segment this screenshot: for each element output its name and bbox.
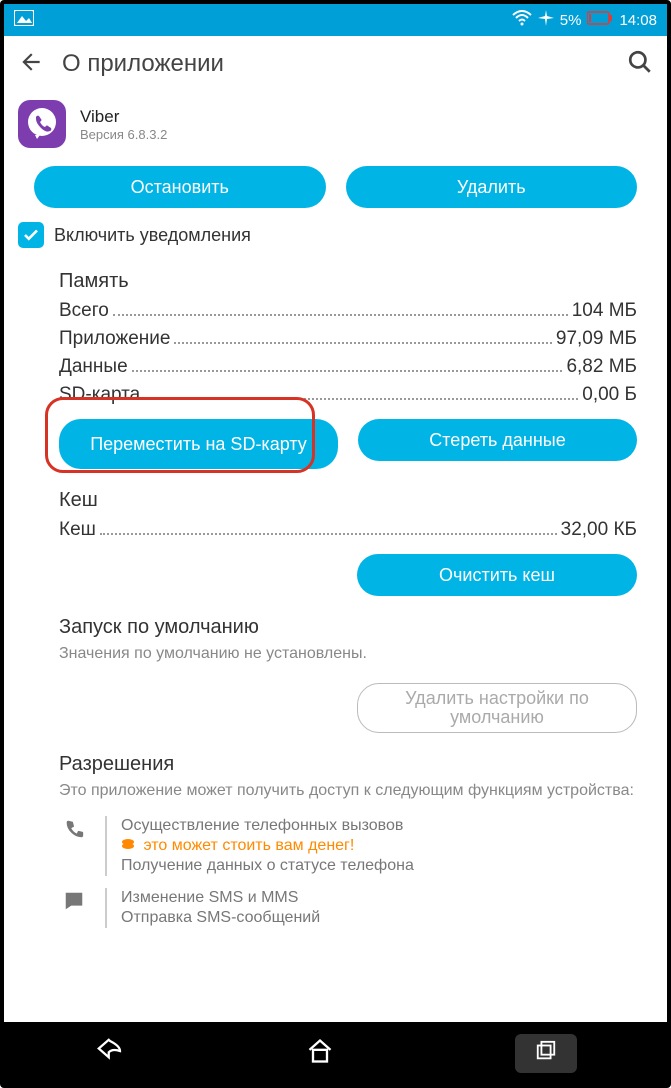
data-label: Данные bbox=[59, 356, 128, 378]
nav-home-icon[interactable] bbox=[306, 1037, 334, 1070]
memory-section: Память Всего 104 МБ Приложение 97,09 МБ Да… bbox=[4, 256, 667, 475]
app-bar: О приложении bbox=[4, 36, 667, 92]
app-version: Версия 6.8.3.2 bbox=[80, 127, 167, 142]
nav-recent-icon[interactable] bbox=[515, 1034, 577, 1073]
perm-sms-line2: Отправка SMS-сообщений bbox=[121, 908, 637, 928]
memory-title: Память bbox=[59, 260, 637, 297]
app-value: 97,09 МБ bbox=[556, 328, 637, 350]
defaults-section: Запуск по умолчанию Значения по умолчани… bbox=[4, 602, 667, 739]
app-label: Приложение bbox=[59, 328, 170, 350]
app-name: Viber bbox=[80, 107, 167, 127]
airplane-icon bbox=[538, 10, 554, 30]
app-icon bbox=[18, 100, 66, 148]
battery-percent: 5% bbox=[560, 12, 582, 29]
app-header: Viber Версия 6.8.3.2 bbox=[4, 92, 667, 162]
perm-sms-line1: Изменение SMS и MMS bbox=[121, 888, 637, 908]
uninstall-button[interactable]: Удалить bbox=[346, 166, 638, 208]
wifi-icon bbox=[512, 10, 532, 30]
phone-icon bbox=[59, 816, 89, 876]
checkmark-icon bbox=[18, 222, 44, 248]
search-icon[interactable] bbox=[627, 49, 653, 80]
clear-data-button[interactable]: Стереть данные bbox=[358, 419, 637, 461]
perm-phone-line2: Получение данных о статусе телефона bbox=[121, 856, 637, 876]
stop-button[interactable]: Остановить bbox=[34, 166, 326, 208]
sd-label: SD-карта bbox=[59, 384, 140, 406]
notification-label: Включить уведомления bbox=[54, 225, 251, 246]
nav-back-icon[interactable] bbox=[95, 1036, 125, 1071]
defaults-title: Запуск по умолчанию bbox=[59, 606, 637, 643]
perm-phone-warn: это может стоить вам денег! bbox=[121, 836, 637, 856]
perm-phone: Осуществление телефонных вызовов это мож… bbox=[59, 810, 637, 882]
back-icon[interactable] bbox=[18, 49, 44, 80]
perm-phone-line1: Осуществление телефонных вызовов bbox=[121, 816, 637, 836]
cache-section: Кеш Кеш 32,00 КБ Очистить кеш bbox=[4, 475, 667, 602]
nav-bar bbox=[4, 1022, 667, 1084]
perm-sms: Изменение SMS и MMS Отправка SMS-сообщен… bbox=[59, 882, 637, 934]
cache-title: Кеш bbox=[59, 479, 637, 516]
coins-icon bbox=[121, 837, 135, 855]
move-to-sd-button[interactable]: Переместить на SD-карту bbox=[59, 419, 338, 469]
photo-icon bbox=[14, 10, 34, 30]
permissions-title: Разрешения bbox=[59, 743, 637, 780]
sd-value: 0,00 Б bbox=[582, 384, 637, 406]
notification-checkbox[interactable]: Включить уведомления bbox=[4, 218, 667, 256]
cache-label: Кеш bbox=[59, 519, 96, 541]
permissions-sub: Это приложение может получить доступ к с… bbox=[59, 780, 637, 810]
defaults-sub: Значения по умолчанию не установлены. bbox=[59, 643, 637, 673]
clock-text: 14:08 bbox=[619, 12, 657, 29]
page-title: О приложении bbox=[62, 50, 609, 78]
total-label: Всего bbox=[59, 300, 109, 322]
clear-defaults-button: Удалить настройки по умолчанию bbox=[357, 683, 637, 733]
battery-icon bbox=[587, 11, 613, 29]
permissions-section: Разрешения Это приложение может получить… bbox=[4, 739, 667, 934]
status-bar: 5% 14:08 bbox=[4, 4, 667, 36]
sms-icon bbox=[59, 888, 89, 928]
total-value: 104 МБ bbox=[572, 300, 637, 322]
data-value: 6,82 МБ bbox=[566, 356, 637, 378]
cache-value: 32,00 КБ bbox=[561, 519, 637, 541]
clear-cache-button[interactable]: Очистить кеш bbox=[357, 554, 637, 596]
